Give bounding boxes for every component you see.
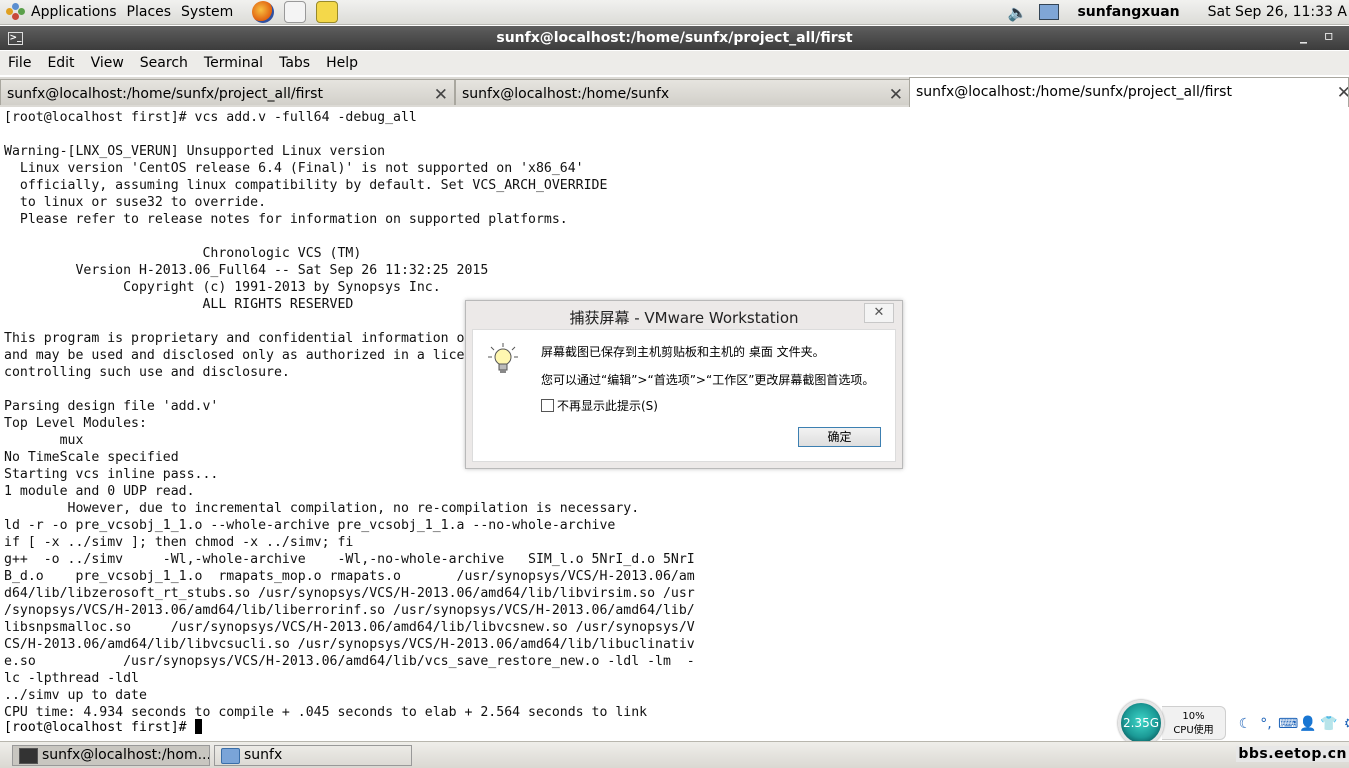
top-panel: Applications Places System 🔈 sunfangxuan… [0,0,1349,25]
menu-help[interactable]: Help [318,55,366,71]
menu-file[interactable]: File [0,55,39,71]
tab-home-sunfx[interactable]: sunfx@localhost:/home/sunfx ✕ [455,79,910,105]
tray-icons: ☾ °, ⌨ 👤 👕 ⚙ [1236,714,1349,734]
cpu-label: CPU使用 [1173,725,1214,736]
tab-label: sunfx@localhost:/home/sunfx/project_all/… [7,86,323,102]
dialog-message-saved: 屏幕截图已保存到主机剪贴板和主机的 桌面 文件夹。 [541,345,825,359]
window-title: sunfx@localhost:/home/sunfx/project_all/… [496,30,853,46]
tab-bar: sunfx@localhost:/home/sunfx/project_all/… [0,77,1349,107]
tab-project-first-active[interactable]: sunfx@localhost:/home/sunfx/project_all/… [909,77,1349,107]
cpu-usage-panel: 10% CPU使用 [1162,706,1226,740]
close-icon[interactable]: ✕ [434,85,448,105]
terminal-icon [19,748,38,764]
menu-edit[interactable]: Edit [39,55,82,71]
places-label: Places [126,4,172,20]
terminal-prompt-line[interactable]: [root@localhost first]# [4,719,1124,736]
tab-label: sunfx@localhost:/home/sunfx/project_all/… [916,84,1232,100]
window-titlebar[interactable]: >_ sunfx@localhost:/home/sunfx/project_a… [0,26,1349,50]
lightbulb-icon [488,343,518,373]
dont-show-again-checkbox[interactable]: 不再显示此提示(S) [541,397,658,414]
system-monitor-widget[interactable]: 10% CPU使用 2.35G [1116,700,1228,746]
tab-label: sunfx@localhost:/home/sunfx [462,86,670,102]
folder-icon [221,748,240,764]
bottom-taskbar: sunfx@localhost:/hom... sunfx bbs.eetop.… [0,741,1349,768]
taskbar-item-label: sunfx [244,747,283,763]
taskbar-item-terminal[interactable]: sunfx@localhost:/hom... [12,745,210,766]
menu-tabs[interactable]: Tabs [271,55,318,71]
text-cursor [194,719,202,734]
maximize-button[interactable]: ▫ [1324,28,1334,44]
notes-icon[interactable] [316,1,339,23]
username[interactable]: sunfangxuan [1077,4,1179,20]
checkbox-box[interactable] [541,399,554,412]
applications-menu[interactable]: Applications [0,0,122,24]
memory-gauge: 2.35G [1118,700,1164,746]
settings-icon[interactable]: ⚙ [1341,716,1349,732]
tab-project-first-1[interactable]: sunfx@localhost:/home/sunfx/project_all/… [0,79,455,105]
menu-search[interactable]: Search [132,55,196,71]
dialog-message-preferences: 您可以通过“编辑”>“首选项”>“工作区”更改屏幕截图首选项。 [541,373,875,387]
firefox-icon[interactable] [252,1,275,23]
checkbox-label: 不再显示此提示(S) [557,399,658,413]
dialog-body: 屏幕截图已保存到主机剪贴板和主机的 桌面 文件夹。 您可以通过“编辑”>“首选项… [472,329,896,462]
capture-screen-dialog: 捕获屏幕 - VMware Workstation ✕ 屏幕截图已保存到主机剪贴… [465,300,903,469]
user-icon[interactable]: 👤 [1299,716,1317,732]
dialog-title: 捕获屏幕 - VMware Workstation [569,309,799,327]
menubar: File Edit View Search Terminal Tabs Help [0,51,1349,75]
punctuation-icon[interactable]: °, [1257,716,1275,732]
applications-label: Applications [31,4,117,20]
taskbar-item-folder[interactable]: sunfx [214,745,412,766]
terminal-prompt: [root@localhost first]# [4,720,195,735]
taskbar-item-label: sunfx@localhost:/hom... [42,747,210,763]
close-icon[interactable]: ✕ [1337,83,1348,103]
shirt-icon[interactable]: 👕 [1320,716,1338,732]
mail-icon[interactable] [284,1,307,23]
close-icon[interactable]: ✕ [889,85,903,105]
gnome-foot-icon [5,2,27,22]
network-icon[interactable] [1039,4,1060,20]
moon-icon[interactable]: ☾ [1236,716,1254,732]
clock[interactable]: Sat Sep 26, 11:33 A [1208,4,1347,20]
volume-icon[interactable]: 🔈 [1008,3,1028,22]
cpu-percent: 10% [1182,711,1205,722]
system-label: System [181,4,234,20]
menu-terminal[interactable]: Terminal [196,55,271,71]
menu-view[interactable]: View [83,55,132,71]
places-menu[interactable]: Places [122,0,177,24]
system-menu[interactable]: System [176,0,238,24]
dialog-close-button[interactable]: ✕ [864,303,894,323]
watermark: bbs.eetop.cn [1236,746,1349,762]
ok-button[interactable]: 确定 [798,427,881,447]
minimize-button[interactable]: _ [1300,28,1307,44]
keyboard-icon[interactable]: ⌨ [1278,716,1298,732]
